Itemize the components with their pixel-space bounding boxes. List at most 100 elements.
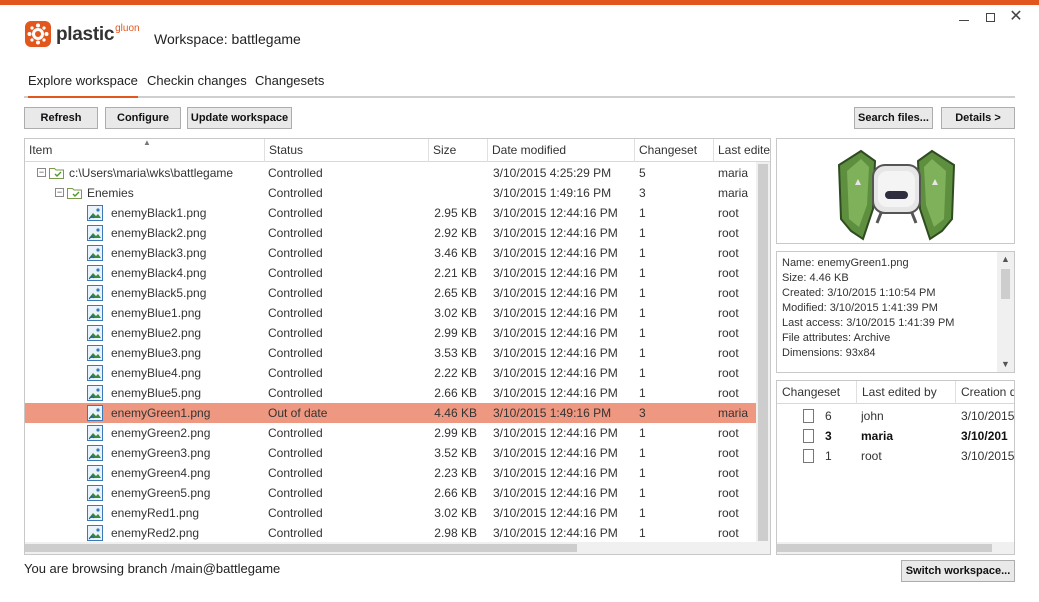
tree-collapse-icon[interactable]: − bbox=[37, 168, 46, 177]
update-workspace-button[interactable]: Update workspace bbox=[187, 107, 292, 129]
minimize-button[interactable] bbox=[951, 8, 977, 26]
last-edited-by-cell: maria bbox=[718, 406, 749, 420]
file-row[interactable]: enemyBlack1.png Controlled 2.95 KB 3/10/201… bbox=[25, 203, 756, 223]
history-scroll-thumb[interactable] bbox=[777, 544, 992, 552]
file-row[interactable]: enemyGreen1.png Out of date 4.46 KB 3/10/20… bbox=[25, 403, 756, 423]
item-cell: enemyGreen3.png bbox=[25, 443, 265, 463]
item-cell: − Enemies bbox=[25, 183, 265, 203]
item-name: enemyBlack5.png bbox=[111, 286, 207, 300]
history-horizontal-scrollbar[interactable] bbox=[777, 542, 1014, 554]
last-edited-by-cell: root bbox=[718, 486, 739, 500]
maximize-button[interactable] bbox=[977, 8, 1003, 26]
history-row[interactable]: 1 root 3/10/2015 bbox=[777, 446, 1014, 466]
history-row[interactable]: 6 john 3/10/2015 bbox=[777, 406, 1014, 426]
column-header-item-label: Item bbox=[29, 143, 53, 157]
vertical-scroll-thumb[interactable] bbox=[758, 164, 768, 541]
column-header-last-edited[interactable]: Last edite bbox=[714, 139, 770, 162]
history-column-changeset[interactable]: Changeset bbox=[777, 381, 857, 404]
file-row[interactable]: enemyGreen3.png Controlled 3.52 KB 3/10/201… bbox=[25, 443, 756, 463]
file-row[interactable]: enemyBlack5.png Controlled 2.65 KB 3/10/201… bbox=[25, 283, 756, 303]
detail-line: Created: 3/10/2015 1:10:54 PM bbox=[782, 287, 936, 299]
file-row[interactable]: enemyGreen5.png Controlled 2.66 KB 3/10/201… bbox=[25, 483, 756, 503]
item-cell: enemyRed2.png bbox=[25, 523, 265, 543]
details-button[interactable]: Details > bbox=[941, 107, 1015, 129]
column-header-changeset[interactable]: Changeset bbox=[635, 139, 714, 162]
file-row[interactable]: enemyBlack2.png Controlled 2.92 KB 3/10/201… bbox=[25, 223, 756, 243]
last-edited-by-cell: root bbox=[718, 246, 739, 260]
image-file-icon bbox=[87, 285, 103, 301]
folder-row[interactable]: − c:\Users\maria\wks\battlegame Controlled… bbox=[25, 163, 756, 183]
tab-checkin-changes[interactable]: Checkin changes bbox=[147, 72, 247, 98]
scroll-up-icon[interactable]: ▲ bbox=[997, 252, 1014, 267]
close-button[interactable]: ✕ bbox=[1003, 8, 1029, 26]
file-row[interactable]: enemyBlack4.png Controlled 2.21 KB 3/10/201… bbox=[25, 263, 756, 283]
item-cell: enemyBlack5.png bbox=[25, 283, 265, 303]
status-cell: Controlled bbox=[268, 526, 323, 540]
file-row[interactable]: enemyBlue5.png Controlled 2.66 KB 3/10/2015… bbox=[25, 383, 756, 403]
workspace-file-table[interactable]: Item ▲ Status Size Date modified Changes… bbox=[24, 138, 771, 555]
plastic-logo-icon bbox=[25, 21, 51, 47]
details-scroll-thumb[interactable] bbox=[1001, 269, 1010, 299]
file-details-panel: Name: enemyGreen1.png Size: 4.46 KB Create… bbox=[776, 251, 1015, 373]
file-row[interactable]: enemyRed2.png Controlled 2.98 KB 3/10/2015 … bbox=[25, 523, 756, 543]
file-row[interactable]: enemyBlue2.png Controlled 2.99 KB 3/10/2015… bbox=[25, 323, 756, 343]
changeset-document-icon bbox=[803, 409, 814, 423]
item-cell: enemyGreen1.png bbox=[25, 403, 265, 423]
date-modified-cell: 3/10/2015 1:49:16 PM bbox=[493, 186, 612, 200]
status-cell: Controlled bbox=[268, 466, 323, 480]
status-cell: Controlled bbox=[268, 166, 323, 180]
refresh-button-label: Refresh bbox=[40, 112, 82, 124]
history-column-last-edited-by[interactable]: Last edited by bbox=[857, 381, 956, 404]
size-cell: 3.02 KB bbox=[434, 506, 477, 520]
file-row[interactable]: enemyBlue1.png Controlled 3.02 KB 3/10/2015… bbox=[25, 303, 756, 323]
column-header-status[interactable]: Status bbox=[265, 139, 429, 162]
workspace-title: Workspace: battlegame bbox=[154, 31, 301, 47]
tab-explore-workspace[interactable]: Explore workspace bbox=[28, 72, 138, 98]
file-history-table[interactable]: Changeset Last edited by Creation d 6 joh… bbox=[776, 380, 1015, 555]
size-cell: 2.66 KB bbox=[434, 486, 477, 500]
size-cell: 2.66 KB bbox=[434, 386, 477, 400]
file-table-vertical-scrollbar[interactable] bbox=[756, 162, 770, 543]
scroll-down-icon[interactable]: ▼ bbox=[997, 357, 1014, 372]
history-date-cell: 3/10/201 bbox=[961, 429, 1008, 443]
item-name: enemyBlack4.png bbox=[111, 266, 207, 280]
last-edited-by-cell: maria bbox=[718, 186, 749, 200]
date-modified-cell: 3/10/2015 12:44:16 PM bbox=[493, 266, 618, 280]
file-row[interactable]: enemyBlue3.png Controlled 3.53 KB 3/10/2015… bbox=[25, 343, 756, 363]
image-file-icon bbox=[87, 505, 103, 521]
folder-row[interactable]: − Enemies Controlled 3/10/2015 1:49:16 PM 3 m… bbox=[25, 183, 756, 203]
minimize-icon bbox=[959, 19, 969, 21]
history-column-creation-date[interactable]: Creation d bbox=[956, 381, 1014, 404]
column-header-date-modified[interactable]: Date modified bbox=[488, 139, 635, 162]
item-cell: enemyBlue2.png bbox=[25, 323, 265, 343]
file-table-horizontal-scrollbar[interactable] bbox=[25, 542, 770, 554]
search-files-button[interactable]: Search files... bbox=[854, 107, 933, 129]
file-row[interactable]: enemyGreen2.png Controlled 2.99 KB 3/10/201… bbox=[25, 423, 756, 443]
tree-collapse-icon[interactable]: − bbox=[55, 188, 64, 197]
configure-button[interactable]: Configure bbox=[105, 107, 181, 129]
file-row[interactable]: enemyBlue4.png Controlled 2.22 KB 3/10/2015… bbox=[25, 363, 756, 383]
controlled-folder-icon bbox=[67, 188, 82, 199]
item-name: enemyBlue2.png bbox=[111, 326, 202, 340]
details-vertical-scrollbar[interactable]: ▲ ▼ bbox=[997, 252, 1014, 372]
changeset-cell: 1 bbox=[639, 526, 646, 540]
column-header-size[interactable]: Size bbox=[429, 139, 488, 162]
file-row[interactable]: enemyRed1.png Controlled 3.02 KB 3/10/2015 … bbox=[25, 503, 756, 523]
switch-workspace-button[interactable]: Switch workspace... bbox=[901, 560, 1015, 582]
file-row[interactable]: enemyBlack3.png Controlled 3.46 KB 3/10/201… bbox=[25, 243, 756, 263]
date-modified-cell: 3/10/2015 12:44:16 PM bbox=[493, 326, 618, 340]
refresh-button[interactable]: Refresh bbox=[24, 107, 98, 129]
tab-changesets[interactable]: Changesets bbox=[255, 72, 324, 98]
horizontal-scroll-thumb[interactable] bbox=[25, 544, 577, 552]
status-cell: Controlled bbox=[268, 246, 323, 260]
image-file-icon bbox=[87, 345, 103, 361]
column-header-item[interactable]: Item ▲ bbox=[25, 139, 265, 162]
history-row[interactable]: 3 maria 3/10/201 bbox=[777, 426, 1014, 446]
changeset-cell: 1 bbox=[639, 386, 646, 400]
file-row[interactable]: enemyGreen4.png Controlled 2.23 KB 3/10/201… bbox=[25, 463, 756, 483]
status-cell: Controlled bbox=[268, 266, 323, 280]
status-cell: Controlled bbox=[268, 306, 323, 320]
enemy-ship-preview-image bbox=[837, 149, 956, 241]
last-edited-by-cell: root bbox=[718, 386, 739, 400]
item-name: enemyBlack2.png bbox=[111, 226, 207, 240]
